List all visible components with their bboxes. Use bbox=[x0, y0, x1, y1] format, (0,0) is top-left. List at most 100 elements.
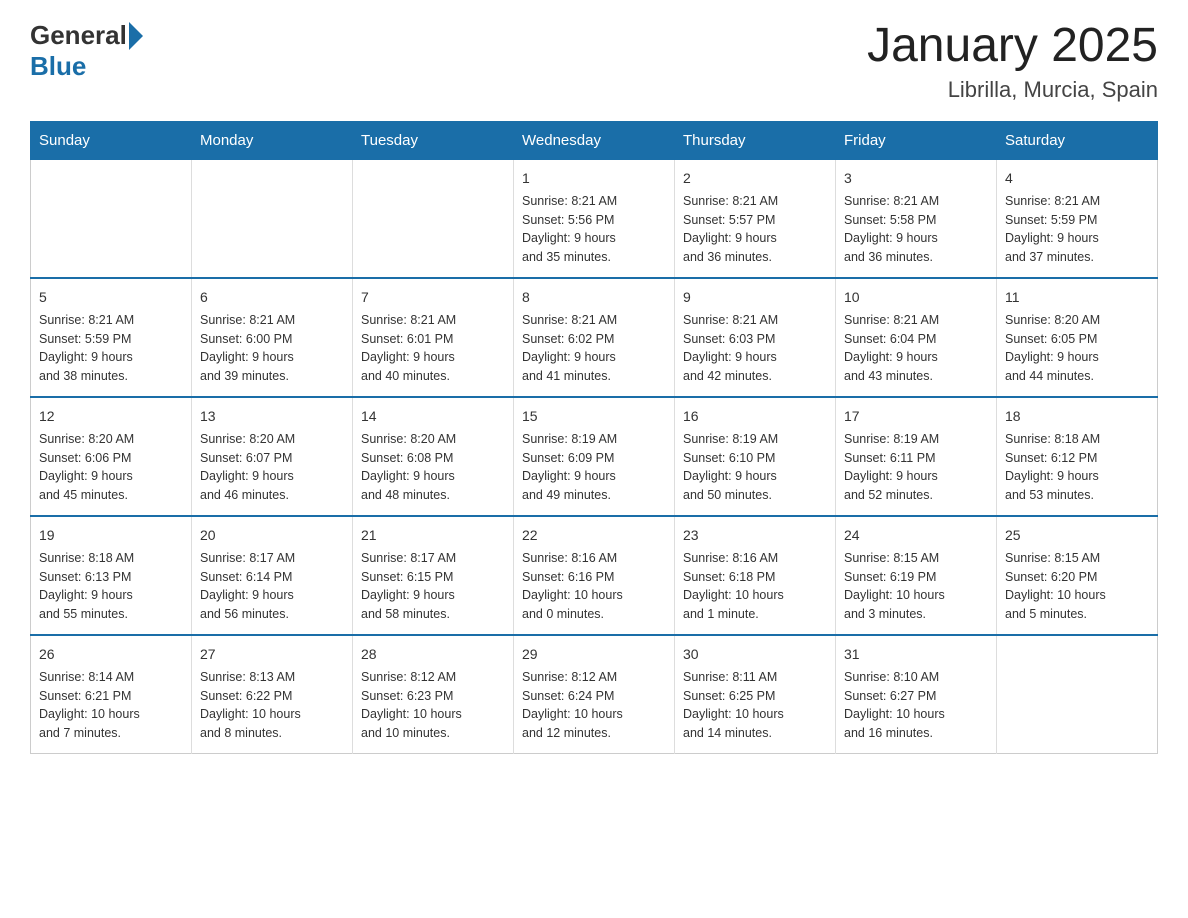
day-number: 18 bbox=[1005, 406, 1149, 427]
day-info: Sunrise: 8:20 AM Sunset: 6:06 PM Dayligh… bbox=[39, 430, 183, 505]
day-info: Sunrise: 8:20 AM Sunset: 6:08 PM Dayligh… bbox=[361, 430, 505, 505]
day-number: 31 bbox=[844, 644, 988, 665]
calendar-day-cell: 16 Sunrise: 8:19 AM Sunset: 6:10 PM Dayli… bbox=[675, 397, 836, 516]
day-number: 2 bbox=[683, 168, 827, 189]
logo-blue-text: Blue bbox=[30, 51, 143, 82]
day-number: 16 bbox=[683, 406, 827, 427]
day-info: Sunrise: 8:12 AM Sunset: 6:24 PM Dayligh… bbox=[522, 668, 666, 743]
calendar-day-cell: 2 Sunrise: 8:21 AM Sunset: 5:57 PM Daylig… bbox=[675, 159, 836, 278]
day-info: Sunrise: 8:11 AM Sunset: 6:25 PM Dayligh… bbox=[683, 668, 827, 743]
day-info: Sunrise: 8:19 AM Sunset: 6:09 PM Dayligh… bbox=[522, 430, 666, 505]
calendar-day-cell: 5Sunrise: 8:21 AM Sunset: 5:59 PM Daylig… bbox=[31, 278, 192, 397]
calendar-location: Librilla, Murcia, Spain bbox=[867, 77, 1158, 103]
day-number: 10 bbox=[844, 287, 988, 308]
day-info: Sunrise: 8:21 AM Sunset: 6:03 PM Dayligh… bbox=[683, 311, 827, 386]
day-info: Sunrise: 8:21 AM Sunset: 6:02 PM Dayligh… bbox=[522, 311, 666, 386]
calendar-body: 1 Sunrise: 8:21 AM Sunset: 5:56 PM Daylig… bbox=[31, 159, 1158, 753]
calendar-day-cell: 25 Sunrise: 8:15 AM Sunset: 6:20 PM Dayli… bbox=[997, 516, 1158, 635]
day-number: 8 bbox=[522, 287, 666, 308]
day-info: Sunrise: 8:13 AM Sunset: 6:22 PM Dayligh… bbox=[200, 668, 344, 743]
calendar-day-cell: 18 Sunrise: 8:18 AM Sunset: 6:12 PM Dayli… bbox=[997, 397, 1158, 516]
calendar-day-cell: 9Sunrise: 8:21 AM Sunset: 6:03 PM Daylig… bbox=[675, 278, 836, 397]
day-number: 4 bbox=[1005, 168, 1149, 189]
calendar-week-row: 1 Sunrise: 8:21 AM Sunset: 5:56 PM Daylig… bbox=[31, 159, 1158, 278]
calendar-day-cell: 23Sunrise: 8:16 AM Sunset: 6:18 PM Dayli… bbox=[675, 516, 836, 635]
day-info: Sunrise: 8:21 AM Sunset: 6:01 PM Dayligh… bbox=[361, 311, 505, 386]
calendar-day-cell bbox=[31, 159, 192, 278]
calendar-day-cell: 30 Sunrise: 8:11 AM Sunset: 6:25 PM Dayli… bbox=[675, 635, 836, 754]
day-number: 28 bbox=[361, 644, 505, 665]
calendar-day-cell: 15Sunrise: 8:19 AM Sunset: 6:09 PM Dayli… bbox=[514, 397, 675, 516]
day-number: 1 bbox=[522, 168, 666, 189]
day-info: Sunrise: 8:19 AM Sunset: 6:10 PM Dayligh… bbox=[683, 430, 827, 505]
day-info: Sunrise: 8:21 AM Sunset: 5:58 PM Dayligh… bbox=[844, 192, 988, 267]
day-info: Sunrise: 8:17 AM Sunset: 6:15 PM Dayligh… bbox=[361, 549, 505, 624]
day-number: 11 bbox=[1005, 287, 1149, 308]
day-info: Sunrise: 8:21 AM Sunset: 6:00 PM Dayligh… bbox=[200, 311, 344, 386]
col-monday: Monday bbox=[192, 121, 353, 159]
calendar-week-row: 5Sunrise: 8:21 AM Sunset: 5:59 PM Daylig… bbox=[31, 278, 1158, 397]
day-number: 24 bbox=[844, 525, 988, 546]
calendar-week-row: 26Sunrise: 8:14 AM Sunset: 6:21 PM Dayli… bbox=[31, 635, 1158, 754]
calendar-week-row: 12 Sunrise: 8:20 AM Sunset: 6:06 PM Dayli… bbox=[31, 397, 1158, 516]
calendar-day-cell: 7 Sunrise: 8:21 AM Sunset: 6:01 PM Daylig… bbox=[353, 278, 514, 397]
day-number: 29 bbox=[522, 644, 666, 665]
day-number: 7 bbox=[361, 287, 505, 308]
calendar-day-cell: 10Sunrise: 8:21 AM Sunset: 6:04 PM Dayli… bbox=[836, 278, 997, 397]
col-tuesday: Tuesday bbox=[353, 121, 514, 159]
calendar-day-cell: 19 Sunrise: 8:18 AM Sunset: 6:13 PM Dayli… bbox=[31, 516, 192, 635]
logo-triangle-icon bbox=[129, 22, 143, 50]
calendar-day-cell: 31 Sunrise: 8:10 AM Sunset: 6:27 PM Dayli… bbox=[836, 635, 997, 754]
calendar-day-cell: 21Sunrise: 8:17 AM Sunset: 6:15 PM Dayli… bbox=[353, 516, 514, 635]
day-number: 19 bbox=[39, 525, 183, 546]
calendar-day-cell: 12 Sunrise: 8:20 AM Sunset: 6:06 PM Dayli… bbox=[31, 397, 192, 516]
calendar-day-cell: 20Sunrise: 8:17 AM Sunset: 6:14 PM Dayli… bbox=[192, 516, 353, 635]
logo: General Blue bbox=[30, 20, 143, 82]
day-info: Sunrise: 8:21 AM Sunset: 5:57 PM Dayligh… bbox=[683, 192, 827, 267]
day-number: 26 bbox=[39, 644, 183, 665]
col-friday: Friday bbox=[836, 121, 997, 159]
logo-general-text: General bbox=[30, 20, 127, 51]
day-number: 23 bbox=[683, 525, 827, 546]
calendar-day-cell: 26Sunrise: 8:14 AM Sunset: 6:21 PM Dayli… bbox=[31, 635, 192, 754]
page-header: General Blue January 2025 Librilla, Murc… bbox=[30, 20, 1158, 103]
calendar-day-cell: 4 Sunrise: 8:21 AM Sunset: 5:59 PM Daylig… bbox=[997, 159, 1158, 278]
calendar-table: Sunday Monday Tuesday Wednesday Thursday… bbox=[30, 121, 1158, 754]
day-number: 17 bbox=[844, 406, 988, 427]
day-info: Sunrise: 8:15 AM Sunset: 6:20 PM Dayligh… bbox=[1005, 549, 1149, 624]
calendar-day-cell: 8 Sunrise: 8:21 AM Sunset: 6:02 PM Daylig… bbox=[514, 278, 675, 397]
day-info: Sunrise: 8:20 AM Sunset: 6:05 PM Dayligh… bbox=[1005, 311, 1149, 386]
calendar-day-cell: 6Sunrise: 8:21 AM Sunset: 6:00 PM Daylig… bbox=[192, 278, 353, 397]
day-number: 13 bbox=[200, 406, 344, 427]
day-info: Sunrise: 8:21 AM Sunset: 5:59 PM Dayligh… bbox=[1005, 192, 1149, 267]
calendar-day-cell: 13Sunrise: 8:20 AM Sunset: 6:07 PM Dayli… bbox=[192, 397, 353, 516]
calendar-day-cell bbox=[353, 159, 514, 278]
day-number: 14 bbox=[361, 406, 505, 427]
day-info: Sunrise: 8:19 AM Sunset: 6:11 PM Dayligh… bbox=[844, 430, 988, 505]
calendar-day-cell: 3Sunrise: 8:21 AM Sunset: 5:58 PM Daylig… bbox=[836, 159, 997, 278]
calendar-day-cell bbox=[192, 159, 353, 278]
day-number: 25 bbox=[1005, 525, 1149, 546]
day-info: Sunrise: 8:18 AM Sunset: 6:13 PM Dayligh… bbox=[39, 549, 183, 624]
calendar-day-cell: 29 Sunrise: 8:12 AM Sunset: 6:24 PM Dayli… bbox=[514, 635, 675, 754]
day-number: 27 bbox=[200, 644, 344, 665]
day-info: Sunrise: 8:21 AM Sunset: 5:56 PM Dayligh… bbox=[522, 192, 666, 267]
calendar-day-cell: 14 Sunrise: 8:20 AM Sunset: 6:08 PM Dayli… bbox=[353, 397, 514, 516]
day-number: 30 bbox=[683, 644, 827, 665]
calendar-week-row: 19 Sunrise: 8:18 AM Sunset: 6:13 PM Dayli… bbox=[31, 516, 1158, 635]
calendar-day-cell: 27 Sunrise: 8:13 AM Sunset: 6:22 PM Dayli… bbox=[192, 635, 353, 754]
days-of-week-row: Sunday Monday Tuesday Wednesday Thursday… bbox=[31, 121, 1158, 159]
col-wednesday: Wednesday bbox=[514, 121, 675, 159]
day-info: Sunrise: 8:10 AM Sunset: 6:27 PM Dayligh… bbox=[844, 668, 988, 743]
day-number: 20 bbox=[200, 525, 344, 546]
day-info: Sunrise: 8:18 AM Sunset: 6:12 PM Dayligh… bbox=[1005, 430, 1149, 505]
day-info: Sunrise: 8:21 AM Sunset: 5:59 PM Dayligh… bbox=[39, 311, 183, 386]
day-info: Sunrise: 8:12 AM Sunset: 6:23 PM Dayligh… bbox=[361, 668, 505, 743]
calendar-title-block: January 2025 Librilla, Murcia, Spain bbox=[867, 20, 1158, 103]
calendar-day-cell bbox=[997, 635, 1158, 754]
day-number: 22 bbox=[522, 525, 666, 546]
col-sunday: Sunday bbox=[31, 121, 192, 159]
day-number: 12 bbox=[39, 406, 183, 427]
day-info: Sunrise: 8:16 AM Sunset: 6:16 PM Dayligh… bbox=[522, 549, 666, 624]
calendar-title: January 2025 bbox=[867, 20, 1158, 73]
